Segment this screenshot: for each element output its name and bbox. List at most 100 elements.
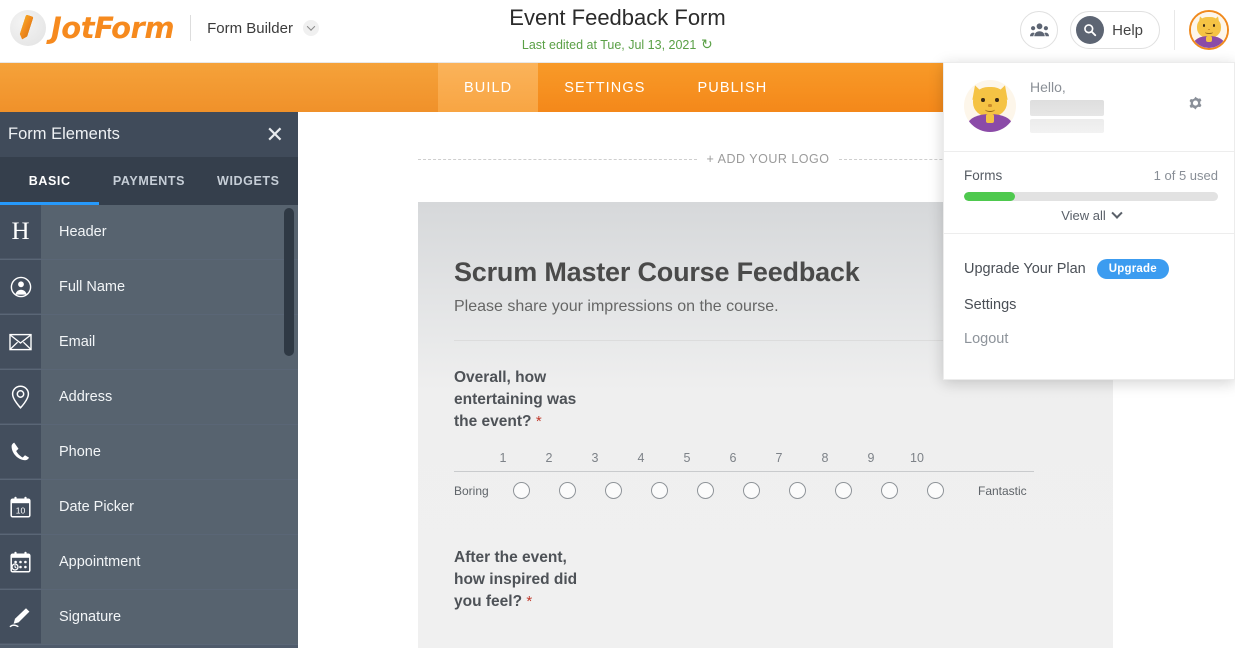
scale-number: 4	[637, 451, 645, 465]
signature-pen-icon	[0, 590, 41, 644]
last-edited-text: Last edited at Tue, Jul 13, 2021	[521, 37, 697, 52]
scale-radio-5[interactable]	[696, 482, 714, 499]
scale-radio-4[interactable]	[650, 482, 668, 499]
upgrade-plan-label: Upgrade Your Plan	[964, 261, 1086, 277]
question-scale-block-2[interactable]: After the event, how inspired did you fe…	[418, 499, 1113, 613]
chevron-down-icon	[302, 20, 319, 36]
scale-left-anchor: Boring	[454, 483, 489, 498]
greeting-label: Hello,	[1030, 79, 1066, 95]
user-avatar-cat-icon	[1191, 12, 1227, 48]
close-icon[interactable]: ✕	[266, 123, 284, 146]
scale-radio-cell	[498, 482, 544, 499]
menu-item-settings[interactable]: Settings	[944, 288, 1234, 322]
username-redacted	[1030, 100, 1104, 116]
person-icon	[0, 260, 41, 314]
required-marker-2: *	[526, 593, 533, 610]
brand-divider	[190, 15, 192, 41]
scale-radio-cell	[866, 482, 912, 499]
forms-label: Forms	[964, 168, 1003, 183]
sidebar-tab-basic[interactable]: BASIC	[0, 157, 100, 205]
scale-radio-cell	[912, 482, 958, 499]
scale-radio-7[interactable]	[788, 482, 806, 499]
scale-radio-9[interactable]	[880, 482, 898, 499]
sidebar-tab-payments[interactable]: PAYMENTS	[99, 157, 198, 205]
form-builder-dropdown[interactable]: Form Builder	[207, 20, 319, 37]
element-list: H Header Full Name Email Address Phone 1…	[0, 205, 298, 645]
scale-rating-widget: 1 2 3 4 5 6 7 8 9 10 Boring Fantastic	[454, 451, 1077, 499]
element-item-date-picker[interactable]: 10 Date Picker	[0, 480, 298, 535]
gear-icon[interactable]	[1187, 95, 1204, 117]
scale-radio-cell	[544, 482, 590, 499]
element-item-full-name[interactable]: Full Name	[0, 260, 298, 315]
forms-progress-bar	[964, 192, 1218, 201]
collaborators-button[interactable]	[1020, 11, 1059, 49]
username-redacted-2	[1030, 119, 1104, 133]
scale-radio-cell	[820, 482, 866, 499]
scale-radio-cell	[590, 482, 636, 499]
account-user-row: Hello,	[944, 63, 1234, 152]
tab-settings[interactable]: SETTINGS	[538, 63, 671, 112]
header-divider	[1174, 10, 1175, 50]
chevron-down-icon	[1111, 207, 1123, 219]
menu-item-upgrade-plan[interactable]: Upgrade Your Plan Upgrade	[944, 250, 1234, 288]
help-label: Help	[1112, 21, 1143, 39]
settings-label: Settings	[964, 297, 1017, 313]
element-item-signature[interactable]: Signature	[0, 590, 298, 645]
scale-radio-10[interactable]	[926, 482, 944, 499]
element-item-appointment[interactable]: Appointment	[0, 535, 298, 590]
sidebar-scrollbar[interactable]	[284, 208, 294, 356]
element-item-address[interactable]: Address	[0, 370, 298, 425]
sidebar-tab-widgets[interactable]: WIDGETS	[199, 157, 298, 205]
tab-publish[interactable]: PUBLISH	[672, 63, 794, 112]
scale-number: 5	[683, 451, 691, 465]
top-header: JotForm Form Builder Event Feedback Form…	[0, 0, 1235, 63]
element-item-email[interactable]: Email	[0, 315, 298, 370]
menu-item-logout[interactable]: Logout	[944, 322, 1234, 356]
header-h-icon: H	[0, 205, 41, 259]
account-dropdown-menu: Hello, Forms 1 of 5 used View all Upgrad…	[943, 62, 1235, 380]
view-all-button[interactable]: View all	[964, 207, 1218, 223]
calendar-icon: 10	[0, 480, 41, 534]
phone-icon	[0, 425, 41, 479]
element-label: Full Name	[41, 260, 298, 314]
form-builder-label: Form Builder	[207, 19, 293, 37]
tab-build[interactable]: BUILD	[438, 63, 539, 112]
scale-radio-2[interactable]	[558, 482, 576, 499]
forms-usage-count: 1 of 5 used	[1153, 168, 1218, 183]
sidebar-tabs: BASIC PAYMENTS WIDGETS	[0, 157, 298, 205]
avatar[interactable]	[1189, 10, 1229, 50]
scale-number: 3	[591, 451, 599, 465]
element-label: Header	[41, 205, 298, 259]
required-marker-1: *	[535, 413, 542, 430]
forms-usage-row: Forms 1 of 5 used	[964, 168, 1218, 183]
scale-number: 6	[729, 451, 737, 465]
question-text-2: After the event, how inspired did you fe…	[454, 549, 578, 610]
upgrade-badge[interactable]: Upgrade	[1096, 259, 1169, 279]
scale-number: 2	[545, 451, 553, 465]
scale-divider	[454, 471, 1034, 472]
element-label: Appointment	[41, 535, 298, 589]
add-logo-label: + ADD YOUR LOGO	[706, 152, 830, 166]
revert-icon[interactable]: ↺	[701, 36, 713, 53]
scale-radio-cell	[728, 482, 774, 499]
scale-radio-8[interactable]	[834, 482, 852, 499]
scale-radio-3[interactable]	[604, 482, 622, 499]
element-label: Signature	[41, 590, 298, 644]
element-item-phone[interactable]: Phone	[0, 425, 298, 480]
jotform-logo-text: JotForm	[51, 11, 175, 45]
scale-radio-6[interactable]	[742, 482, 760, 499]
last-edited-status: Last edited at Tue, Jul 13, 2021 ↺	[522, 36, 713, 53]
brand-area: JotForm Form Builder	[10, 10, 319, 46]
scale-number: 1	[499, 451, 507, 465]
scale-number: 9	[867, 451, 875, 465]
scale-radio-1[interactable]	[512, 482, 530, 499]
element-label: Date Picker	[41, 480, 298, 534]
element-item-header[interactable]: H Header	[0, 205, 298, 260]
help-button[interactable]: Help	[1070, 11, 1160, 49]
user-avatar-cat-icon	[964, 80, 1016, 132]
header-actions: Help	[1020, 10, 1235, 50]
pen-logo-icon	[10, 10, 46, 46]
question-label-2: After the event, how inspired did you fe…	[454, 547, 594, 613]
element-label: Email	[41, 315, 298, 369]
forms-progress-fill	[964, 192, 1015, 201]
